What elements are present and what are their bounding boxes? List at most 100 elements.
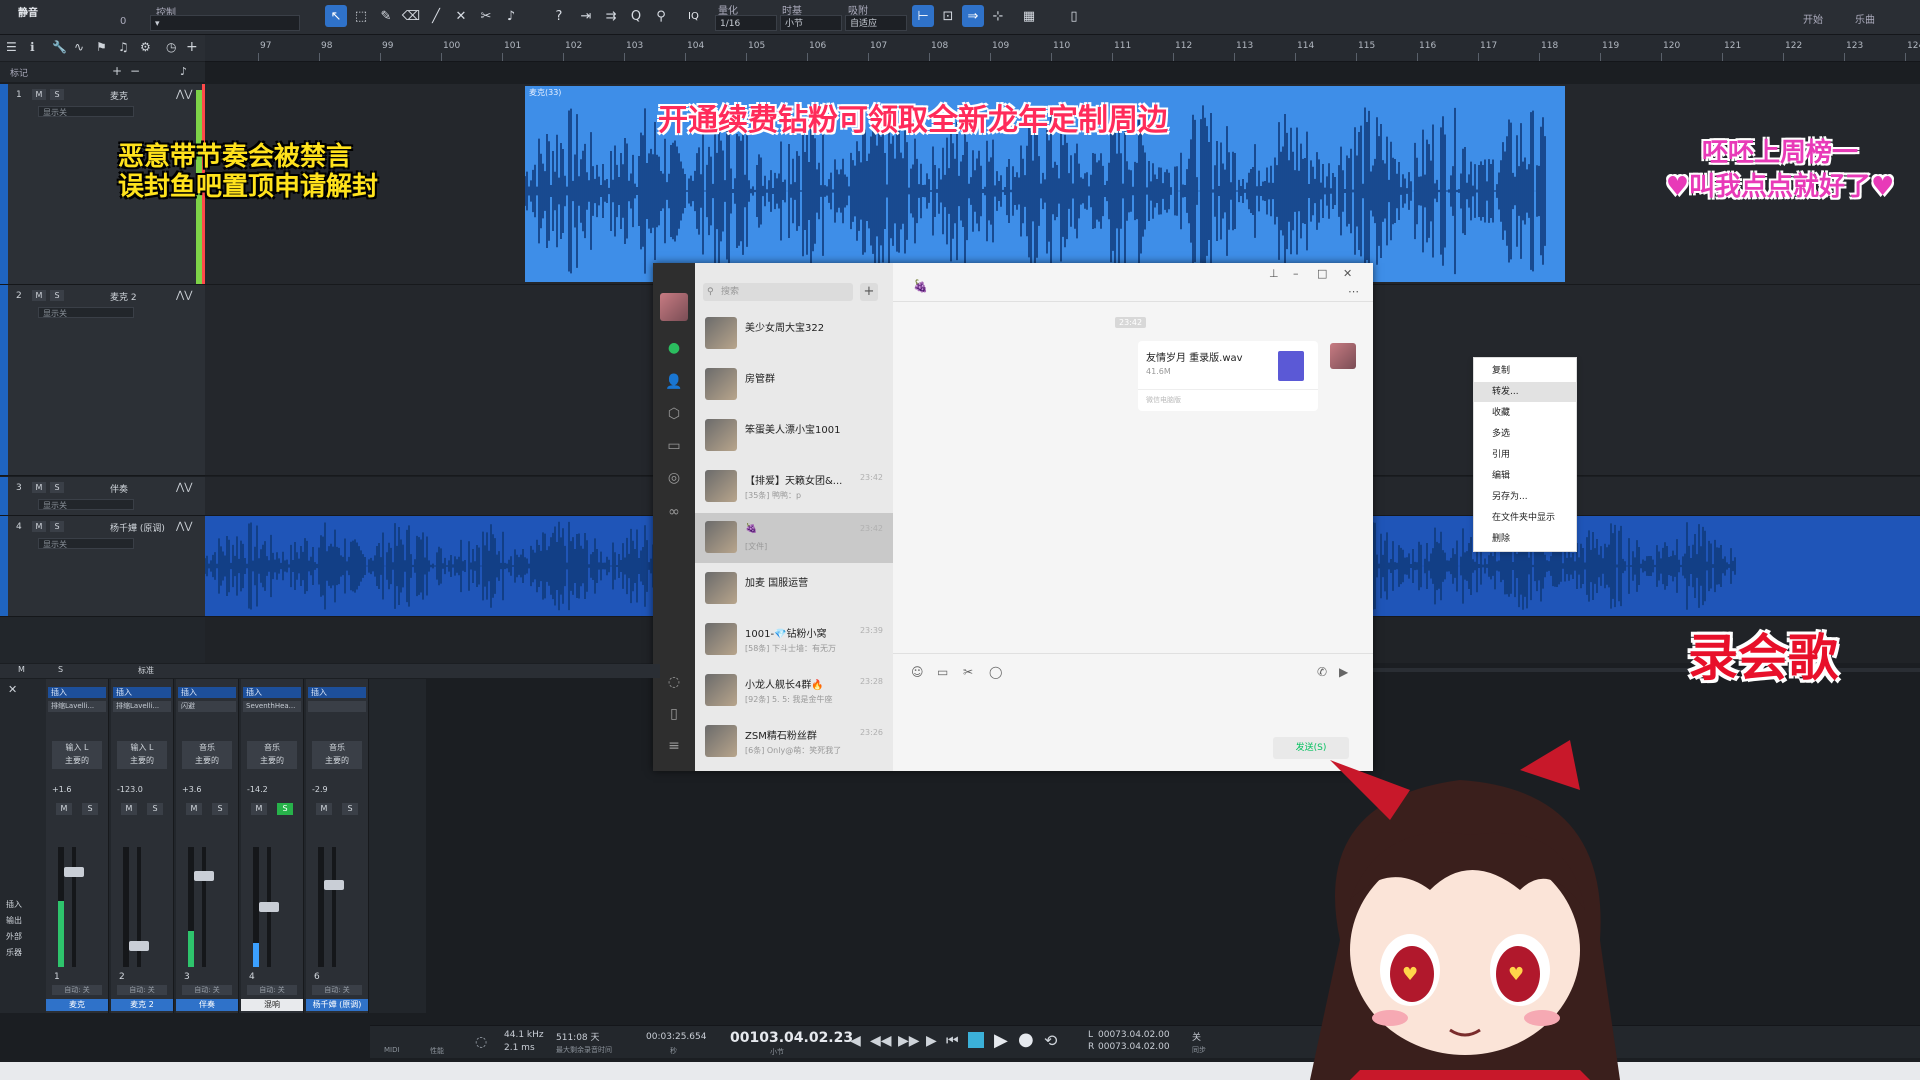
moments-icon[interactable]: ◎ (665, 469, 683, 487)
auto-scroll-icon[interactable]: ⊹ (987, 5, 1009, 27)
song-tab[interactable]: 乐曲 (1855, 11, 1875, 26)
fader-track[interactable] (202, 847, 206, 967)
add-track-icon[interactable]: + (186, 39, 198, 55)
mute-button[interactable]: M (121, 803, 137, 815)
snap-event-icon[interactable]: ⊡ (937, 5, 959, 27)
mixer-mute-all[interactable]: M (18, 665, 25, 674)
solo-button[interactable]: S (147, 803, 163, 815)
insert-plugin[interactable]: SeventhHea... (243, 701, 301, 712)
start-tab[interactable]: 开始 (1803, 11, 1823, 26)
more-icon[interactable]: ⋯ (1348, 285, 1359, 298)
video-call-icon[interactable]: ▶ (1339, 665, 1348, 679)
wrench-icon[interactable]: 🔧 (52, 40, 67, 54)
menu-item[interactable]: 另存为... (1474, 487, 1576, 507)
solo-button[interactable]: S (212, 803, 228, 815)
menu-item[interactable]: 多选 (1474, 424, 1576, 444)
bend-tool-icon[interactable]: ⇥ (575, 5, 597, 27)
monitor-dropdown[interactable]: 显示关 (38, 106, 134, 117)
mute-tool-icon[interactable]: ✕ (450, 5, 472, 27)
return-zero-icon[interactable]: ⏮ (946, 1033, 959, 1049)
insert-slot[interactable]: 插入 (243, 687, 301, 698)
control-dropdown[interactable]: ▾ (150, 15, 300, 31)
volume-readout[interactable]: +1.6 (52, 785, 71, 794)
pencil-tool-icon[interactable]: ✎ (375, 5, 397, 27)
eraser-tool-icon[interactable]: ⌫ (400, 5, 422, 27)
pin-icon[interactable]: ⊥ (1269, 267, 1279, 280)
conversation-item[interactable]: 小龙人舰长4群🔥 [92条] 5. 5: 我是金牛座 23:28 (695, 666, 893, 716)
menu-item[interactable]: 在文件夹中显示 (1474, 508, 1576, 528)
clock-icon[interactable]: ◷ (166, 40, 176, 54)
snap-select[interactable]: 自适应 (845, 15, 907, 31)
track-name[interactable]: 麦克 (110, 89, 128, 102)
routing-select[interactable]: 音乐 主要的 (247, 741, 297, 769)
monitor-dropdown[interactable]: 显示关 (38, 499, 134, 510)
fader-track[interactable] (332, 847, 336, 967)
mini-program-icon[interactable]: ∞ (665, 503, 683, 521)
arrow-tool-icon[interactable]: ↖ (325, 5, 347, 27)
conversation-item[interactable]: ZSM精石粉丝群 [6条] Only@萌：笑死我了 23:26 (695, 717, 893, 767)
list-icon[interactable]: ☰ (6, 40, 17, 54)
solo-button[interactable]: S (50, 290, 64, 301)
timeline-ruler[interactable]: 97 98 99 100 101 102 103 104 105 106 107 108 109 110 1… (205, 35, 1920, 62)
mute-button[interactable]: M (186, 803, 202, 815)
add-marker-icon[interactable]: + (112, 64, 122, 78)
menu-item[interactable]: 转发... (1474, 382, 1576, 402)
avatar[interactable] (1330, 343, 1356, 369)
minimize-icon[interactable]: – (1293, 267, 1299, 280)
track-name[interactable]: 麦克 2 (110, 290, 137, 303)
routing-select[interactable]: 音乐 主要的 (182, 741, 232, 769)
mute-button[interactable]: M (56, 803, 72, 815)
conversation-item[interactable]: 笨蛋美人漂小宝1001 (695, 411, 893, 461)
remove-marker-icon[interactable]: − (130, 64, 140, 78)
insert-slot[interactable]: 插入 (178, 687, 236, 698)
automation-icon[interactable]: ∿ (74, 40, 84, 54)
automation-mode[interactable]: 自动: 关 (52, 985, 102, 995)
solo-button[interactable]: S (277, 803, 293, 815)
loop-end[interactable]: 00073.04.02.00 (1098, 1042, 1170, 1052)
track-header-3[interactable]: 3 M S 伴奏 显示关 ⋀⋁ (0, 477, 205, 516)
monitor-dropdown[interactable]: 显示关 (38, 538, 134, 549)
event-fx-icon[interactable]: ⇉ (600, 5, 622, 27)
waveform-icon[interactable]: ⋀⋁ (176, 290, 192, 301)
iq-label[interactable]: IQ (688, 11, 699, 22)
insert-plugin[interactable] (308, 701, 366, 712)
automation-mode[interactable]: 自动: 关 (247, 985, 297, 995)
conversation-item[interactable]: 🍇 [文件] 23:42 (695, 513, 893, 563)
emoji-icon[interactable]: ☺ (911, 665, 924, 679)
add-button[interactable]: + (860, 283, 878, 301)
maximize-icon[interactable]: □ (1317, 267, 1327, 280)
discover-icon[interactable]: ◌ (665, 673, 683, 691)
automation-mode[interactable]: 自动: 关 (312, 985, 362, 995)
volume-readout[interactable]: -2.9 (312, 785, 328, 794)
solo-button[interactable]: S (50, 482, 64, 493)
rewind-icon[interactable]: ◀◀ (870, 1033, 892, 1049)
menu-item[interactable]: 引用 (1474, 445, 1576, 465)
mixer-solo-all[interactable]: S (58, 665, 63, 674)
conversation-item[interactable]: 1001-💎钻粉小窝 [58条] 下斗士墙：有无万 23:39 (695, 615, 893, 665)
file-message[interactable]: 友情岁月 重录版.wav 41.6M 微信电脑版 (1138, 341, 1318, 411)
mixer-side-instrument[interactable]: 乐器 (6, 947, 22, 958)
monitor-dropdown[interactable]: 显示关 (38, 307, 134, 318)
mute-button[interactable]: M (32, 482, 46, 493)
record-icon[interactable]: ● (1018, 1029, 1034, 1050)
phone-icon[interactable]: ▯ (665, 705, 683, 723)
favorites-icon[interactable]: ⬡ (665, 405, 683, 423)
folder-icon[interactable]: ▭ (665, 437, 683, 455)
volume-readout[interactable]: +3.6 (182, 785, 201, 794)
menu-item[interactable]: 复制 (1474, 361, 1576, 381)
channel-name[interactable]: 麦克 2 (111, 999, 173, 1011)
contacts-icon[interactable]: 👤 (665, 373, 683, 391)
mute-button[interactable]: M (251, 803, 267, 815)
conversation-item[interactable]: 房管群 (695, 360, 893, 410)
waveform-icon[interactable]: ⋀⋁ (176, 482, 192, 493)
fader-handle[interactable] (194, 871, 214, 882)
tempo-icon[interactable]: ⚙ (140, 40, 151, 54)
fader-handle[interactable] (259, 902, 279, 912)
routing-select[interactable]: 输入 L 主要的 (52, 741, 102, 769)
conversation-item[interactable]: 美少女周大宝322 (695, 309, 893, 359)
flag-icon[interactable]: ⚑ (96, 40, 107, 54)
bar-position[interactable]: 00103.04.02.23 (730, 1030, 853, 1046)
channel-name[interactable]: 杨千嬅 (原调) (306, 999, 368, 1011)
folder-icon[interactable]: ▭ (937, 665, 948, 679)
menu-item[interactable]: 删除 (1474, 529, 1576, 549)
